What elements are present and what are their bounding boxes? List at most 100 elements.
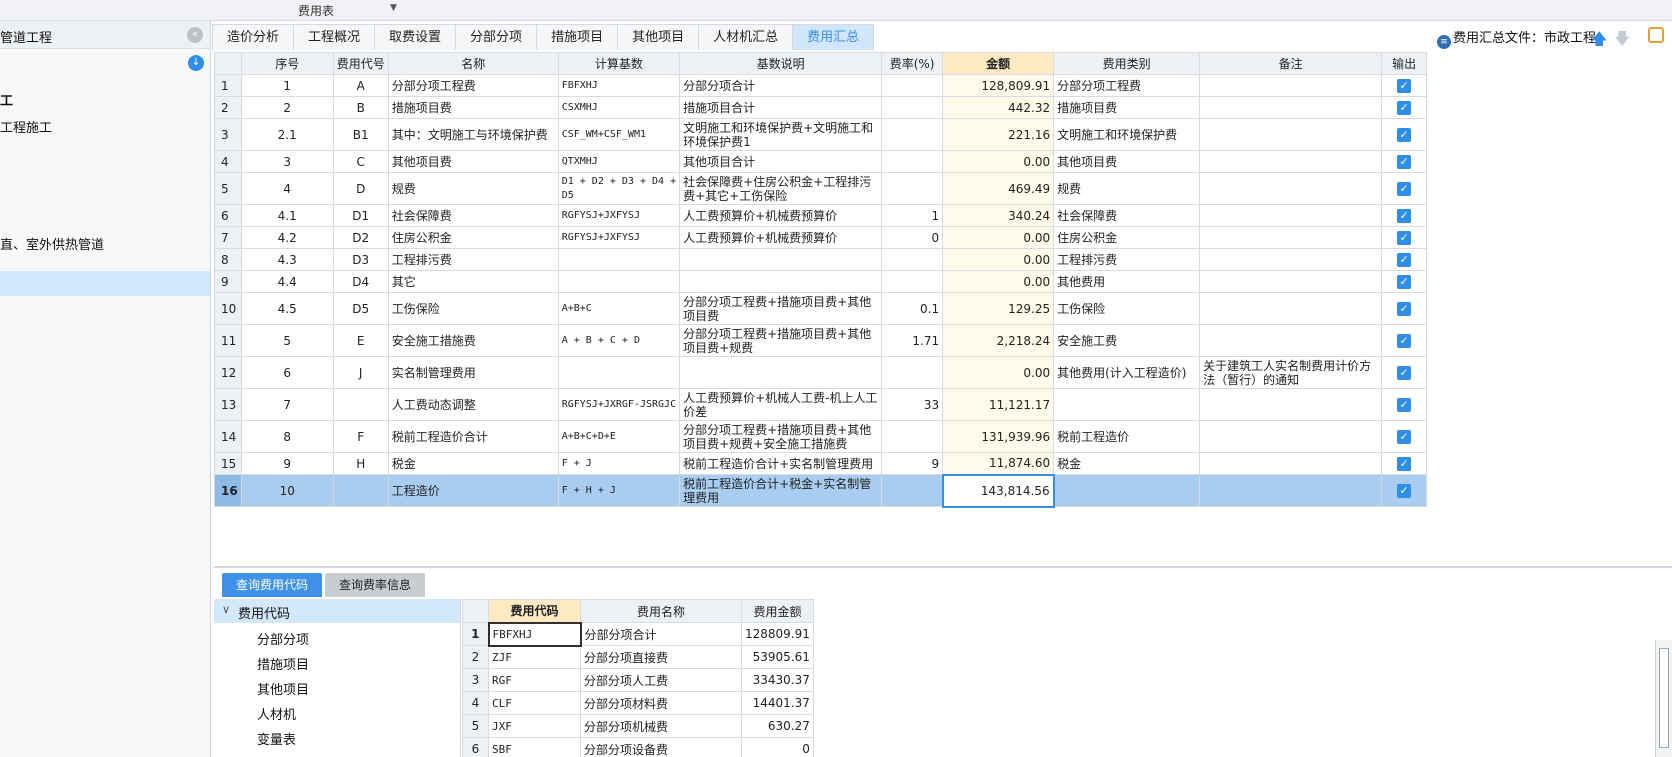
scrollbar-thumb[interactable] [1659,648,1669,748]
table-row[interactable]: 8 4.3 D3 工程排污费 0.00 工程排污费 ✓ [214,248,1428,271]
cell-rate[interactable]: 1.71 [881,324,944,357]
cell-note[interactable] [1199,452,1383,475]
cell-amount[interactable]: 442.32 [942,96,1055,119]
cell-code[interactable] [332,474,389,507]
sidebar-selected-item[interactable] [0,271,210,296]
cell-desc[interactable]: 文明施工和环境保护费+文明施工和环境保护费1 [679,118,883,151]
top-menu-label[interactable]: 费用表 [298,2,334,19]
column-header[interactable]: 计算基数 [557,52,681,75]
cell-base[interactable]: RGFYSJ+JXRGF-JSRGJC [557,388,681,421]
row-number[interactable]: 13 [214,388,242,421]
cell-desc[interactable]: 人工费预算价+机械费预算价 [679,204,883,227]
cell-category[interactable]: 社会保障费 [1053,204,1201,227]
cell-desc[interactable]: 社会保障费+住房公积金+工程排污费+其它+工伤保险 [679,172,883,205]
checkbox-icon[interactable]: ✓ [1397,430,1412,444]
cell-note[interactable] [1199,96,1383,119]
tab-fee-settings[interactable]: 取费设置 [374,24,457,50]
cell-code[interactable]: H [332,452,389,475]
column-header[interactable]: 费率(%) [881,52,944,75]
cell-desc[interactable] [679,356,883,389]
cell-amount[interactable]: 630.27 [741,714,814,738]
cell-output[interactable]: ✓ [1381,150,1428,173]
cell-seq[interactable]: 5 [240,324,334,357]
chevron-down-icon[interactable]: ▼ [390,3,397,13]
cell-name[interactable]: 措施项目费 [387,96,559,119]
cell-category[interactable]: 措施项目费 [1053,96,1201,119]
cell-desc[interactable]: 分部分项工程费+措施项目费+其他项目费 [679,292,883,325]
cell-category[interactable]: 住房公积金 [1053,226,1201,249]
cell-output[interactable]: ✓ [1381,226,1428,249]
cell-code[interactable]: FBFXHJ [487,621,582,647]
column-header[interactable]: 基数说明 [679,52,883,75]
tab-labor-material-summary[interactable]: 人材机汇总 [698,24,794,50]
cell-base[interactable]: RGFYSJ+JXFYSJ [557,226,681,249]
checkbox-icon[interactable]: ✓ [1397,398,1412,412]
cell-name[interactable]: 分部分项设备费 [580,737,742,757]
table-row[interactable]: 4 CLF 分部分项材料费 14401.37 [462,691,814,715]
cell-seq[interactable]: 4.4 [240,270,334,293]
cell-output[interactable]: ✓ [1381,356,1428,389]
table-row[interactable]: 5 JXF 分部分项机械费 630.27 [462,714,814,738]
cell-base[interactable]: F + J [557,452,681,475]
tab-query-fee-code[interactable]: 查询费用代码 [222,573,323,597]
row-number[interactable]: 5 [462,714,489,738]
checkbox-icon[interactable]: ✓ [1397,128,1412,142]
cell-category[interactable]: 税前工程造价 [1053,420,1201,453]
cell-seq[interactable]: 2.1 [240,118,334,151]
cell-output[interactable]: ✓ [1381,204,1428,227]
table-row[interactable]: 14 8 F 税前工程造价合计 A+B+C+D+E 分部分项工程费+措施项目费+其他项目费… [214,420,1428,453]
table-row[interactable]: 1 1 A 分部分项工程费 FBFXHJ 分部分项合计 128,809.91 分部分项工程费 ✓ [214,74,1428,97]
column-header[interactable]: 输出 [1381,52,1428,75]
cell-category[interactable]: 安全施工费 [1053,324,1201,357]
column-header[interactable]: 序号 [240,52,334,75]
row-number[interactable]: 8 [214,248,242,271]
cell-desc[interactable]: 税前工程造价合计+实名制管理费用 [679,452,883,475]
checkbox-icon[interactable]: ✓ [1397,79,1412,93]
cell-rate[interactable] [881,248,944,271]
tree-item[interactable]: 变量表 [257,729,296,748]
cell-desc[interactable]: 人工费预算价+机械人工费-机上人工价差 [679,388,883,421]
cell-amount[interactable]: 0.00 [942,150,1055,173]
cell-name[interactable]: 分部分项工程费 [387,74,559,97]
cell-code[interactable]: D3 [332,248,389,271]
cell-name[interactable]: 其它 [387,270,559,293]
cell-name[interactable]: 税金 [387,452,559,475]
cell-code[interactable]: ZJF [488,645,581,669]
table-row[interactable]: 2 ZJF 分部分项直接费 53905.61 [462,645,814,669]
cell-seq[interactable]: 8 [240,420,334,453]
cell-seq[interactable]: 4.1 [240,204,334,227]
row-number[interactable]: 3 [214,118,242,151]
arrow-up-icon[interactable]: 🡅 [1591,28,1607,55]
cell-note[interactable] [1199,292,1383,325]
cell-category[interactable]: 工程排污费 [1053,248,1201,271]
row-number[interactable]: 4 [214,150,242,173]
tree-item[interactable]: 其他项目 [257,679,309,698]
cell-amount[interactable]: 14401.37 [741,691,814,715]
cell-note[interactable] [1199,388,1383,421]
tab-other-items[interactable]: 其他项目 [617,24,700,50]
column-header[interactable]: 费用代码 [488,599,581,623]
cell-rate[interactable] [881,74,944,97]
table-row[interactable]: 6 4.1 D1 社会保障费 RGFYSJ+JXFYSJ 人工费预算价+机械费预算价 1 34… [214,204,1428,227]
table-row[interactable]: 4 3 C 其他项目费 QTXMHJ 其他项目合计 0.00 其他项目费 ✓ [214,150,1428,173]
cell-category[interactable]: 其他项目费 [1053,150,1201,173]
cell-output[interactable]: ✓ [1381,292,1428,325]
cell-base[interactable]: F + H + J [557,474,681,507]
tab-measures[interactable]: 措施项目 [536,24,619,50]
cell-amount[interactable]: 340.24 [942,204,1055,227]
row-number[interactable]: 2 [214,96,242,119]
chevron-down-icon[interactable]: ∨ [222,603,230,616]
panel-divider[interactable] [214,566,1672,568]
column-header[interactable]: 备注 [1199,52,1383,75]
cell-code[interactable]: A [332,74,389,97]
cell-base[interactable]: A+B+C [557,292,681,325]
checkbox-icon[interactable]: ✓ [1397,334,1412,348]
table-row[interactable]: 3 2.1 B1 其中：文明施工与环境保护费 CSF_WM+CSF_WM1 文明施工和环境… [214,118,1428,151]
row-number[interactable]: 1 [214,74,242,97]
cell-rate[interactable] [881,96,944,119]
tree-item[interactable]: 措施项目 [257,654,309,673]
tree-item[interactable]: 分部分项 [257,629,309,648]
cell-output[interactable]: ✓ [1381,452,1428,475]
cell-base[interactable]: A+B+C+D+E [557,420,681,453]
tree-root[interactable]: ∨ 费用代码 [214,599,460,623]
